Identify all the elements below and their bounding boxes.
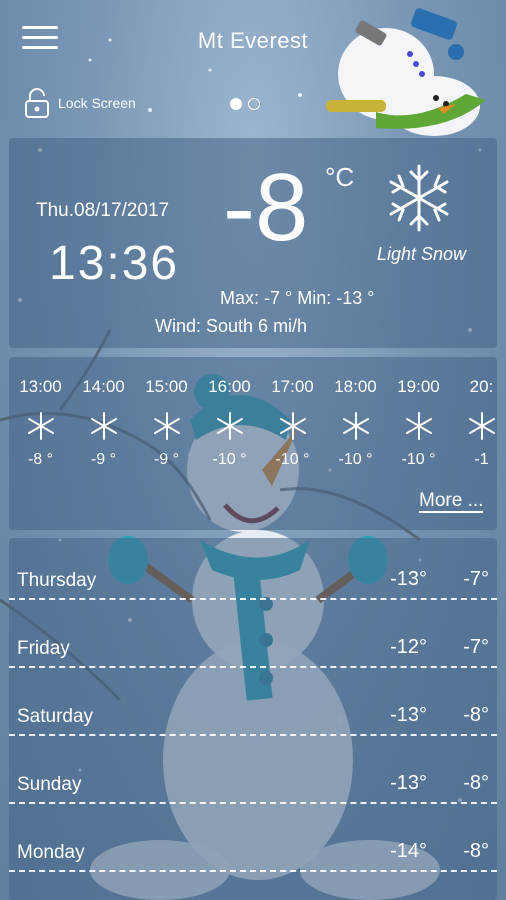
daily-high: -13° [390,772,427,794]
snowflake-icon [468,412,495,440]
unlock-icon [25,88,49,118]
hourly-time: 17:00 [271,377,314,396]
snowflake-icon [90,412,117,440]
daily-low: -8° [463,772,489,794]
hourly-time: 18:00 [334,377,377,396]
daily-row[interactable]: Thursday -13° -7° [9,538,497,600]
daily-low: -7° [463,636,489,658]
daily-row[interactable]: Monday -14° -8° [9,810,497,872]
snowflake-icon [389,164,449,232]
daily-day: Friday [17,638,70,659]
hourly-time: 19:00 [397,377,440,396]
hourly-temp: -10 ° [401,451,436,468]
daily-high: -13° [390,568,427,590]
hourly-item: 14:00 -9 ° [72,377,135,469]
daily-low: -7° [463,568,489,590]
hourly-time: 14:00 [82,377,125,396]
current-date: Thu.08/17/2017 [36,200,170,221]
current-weather-panel: Thu.08/17/2017 13:36 -8 °C Light Snow Ma… [9,138,497,348]
hourly-temp: -10 ° [275,451,310,468]
hourly-temp: -10 ° [212,451,247,468]
daily-row[interactable]: Saturday -13° -8° [9,674,497,736]
current-time: 13:36 [49,237,180,290]
snowflake-icon [153,412,180,440]
hourly-item: 18:00 -10 ° [324,377,387,469]
page-dot-1[interactable] [230,98,242,110]
more-button[interactable]: More ... [419,491,484,513]
snowflake-icon [405,412,432,440]
weather-condition: Light Snow [377,244,467,264]
hourly-time: 20: [469,377,494,396]
daily-low: -8° [463,704,489,726]
hourly-item: 17:00 -10 ° [261,377,324,469]
snowflake-icon [342,412,369,440]
hourly-item: 20: -1 [450,377,497,469]
snowflake-icon [27,412,54,440]
hourly-time: 13:00 [19,377,62,396]
hourly-item: 13:00 -8 ° [9,377,72,469]
hourly-item: 19:00 -10 ° [387,377,450,469]
hourly-time: 16:00 [208,377,251,396]
page-indicator [230,98,260,110]
hourly-temp: -9 ° [90,451,117,468]
daily-forecast-panel: Thursday -13° -7° Friday -12° -7° Saturday -13°… [9,538,497,900]
snowflake-icon [216,412,243,440]
daily-day: Monday [17,842,85,863]
daily-row[interactable]: Friday -12° -7° [9,606,497,668]
hourly-item: 16:00 -10 ° [198,377,261,469]
daily-day: Saturday [17,706,94,727]
snowflake-icon [279,412,306,440]
daily-row[interactable]: Sunday -13° -8° [9,742,497,804]
daily-high: -13° [390,704,427,726]
daily-day: Thursday [17,570,97,591]
lock-screen-label: Lock Screen [58,95,136,111]
lock-screen-toggle[interactable]: Lock Screen [24,86,136,120]
hourly-temp: -9 ° [153,451,180,468]
max-min-temperature: Max: -7 ° Min: -13 ° [220,288,375,308]
hourly-temp: -10 ° [338,451,373,468]
daily-high: -12° [390,636,427,658]
snowman-icon [326,8,486,136]
page-dot-2[interactable] [248,98,260,110]
daily-low: -8° [463,840,489,862]
wind-info: Wind: South 6 mi/h [155,316,308,336]
hourly-temp: -1 [474,451,489,468]
daily-day: Sunday [17,774,82,795]
hourly-temp: -8 ° [27,451,54,468]
temperature-unit: °C [325,162,355,192]
hourly-forecast-panel[interactable]: 13:00 -8 ° 14:00 -9 ° 15:00 -9 ° 16:00 -10 ° 17:… [9,357,497,530]
hourly-item: 15:00 -9 ° [135,377,198,469]
daily-high: -14° [390,840,427,862]
current-temperature: -8 [223,154,309,261]
hourly-time: 15:00 [145,377,188,396]
hourly-list: 13:00 -8 ° 14:00 -9 ° 15:00 -9 ° 16:00 -10 ° 17:… [9,377,497,469]
